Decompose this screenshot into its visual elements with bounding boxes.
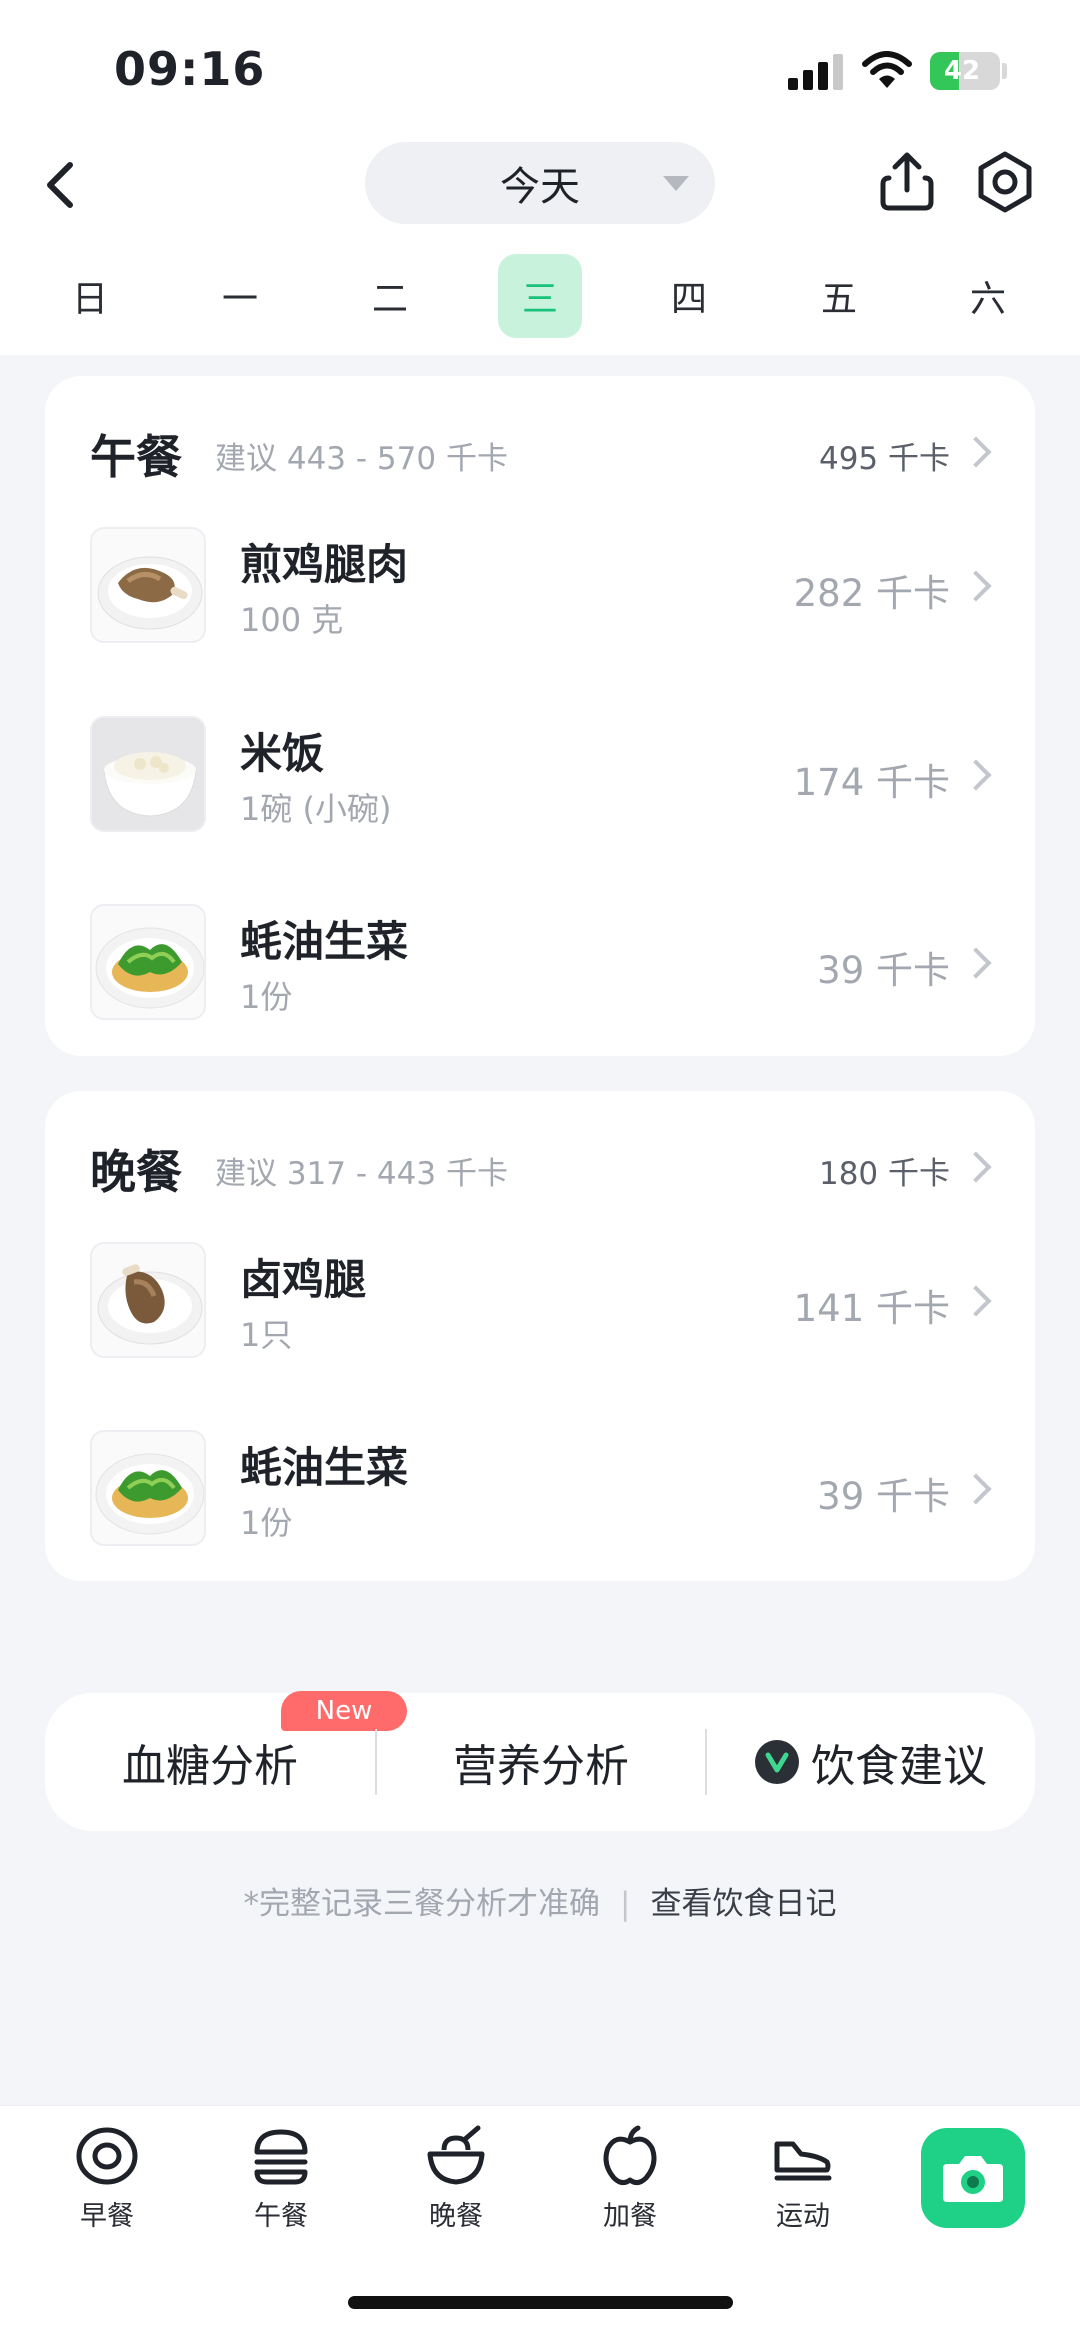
- food-item-fried-chicken-leg[interactable]: 煎鸡腿肉 100 克 282 千卡: [90, 527, 995, 647]
- chevron-right-icon: [960, 1285, 992, 1317]
- meal-suggestion: 建议 317 - 443 千卡: [215, 1156, 508, 1192]
- day-tuesday[interactable]: 二: [348, 254, 432, 338]
- food-item-rice[interactable]: 米饭 1碗 (小碗) 174 千卡: [90, 716, 995, 836]
- dinner-header[interactable]: 晚餐 建议 317 - 443 千卡 180 千卡: [90, 1136, 995, 1199]
- camera-icon: [943, 2156, 1003, 2202]
- footnote-text: *完整记录三餐分析才准确: [243, 1886, 601, 1922]
- food-amount: 1只: [240, 1316, 293, 1354]
- tab-label: 早餐: [80, 2201, 134, 2232]
- food-image-lettuce: [90, 1430, 206, 1546]
- status-time: 09:16: [114, 42, 266, 96]
- date-selector[interactable]: 今天: [365, 142, 715, 224]
- tab-exercise[interactable]: 运动: [743, 2124, 863, 2244]
- caret-down-icon: [663, 176, 689, 191]
- wifi-icon: [862, 51, 912, 88]
- view-diet-diary-link[interactable]: 查看饮食日记: [650, 1886, 836, 1922]
- tab-lunch[interactable]: 午餐: [221, 2124, 341, 2244]
- blood-sugar-label: 血糖分析: [122, 1741, 298, 1792]
- breakfast-plate-icon: [76, 2127, 138, 2185]
- food-name: 蚝油生菜: [240, 917, 409, 966]
- battery-cap: [1002, 63, 1007, 79]
- chevron-right-icon: [960, 759, 992, 791]
- date-selector-label: 今天: [500, 164, 580, 210]
- meal-suggestion: 建议 443 - 570 千卡: [215, 441, 508, 477]
- food-amount: 1碗 (小碗): [240, 790, 392, 828]
- food-name: 蚝油生菜: [240, 1443, 409, 1492]
- tab-dinner[interactable]: 晚餐: [396, 2124, 516, 2244]
- food-kcal: 174 千卡: [793, 761, 950, 804]
- tab-label: 午餐: [254, 2201, 308, 2232]
- tab-label: 加餐: [603, 2201, 657, 2232]
- analysis-bar: 血糖分析 New 营养分析 饮食建议: [45, 1691, 1035, 1831]
- food-name: 卤鸡腿: [240, 1255, 367, 1304]
- status-bar: 09:16 42: [0, 0, 1080, 130]
- meal-total-kcal: 495 千卡: [818, 441, 950, 477]
- day-sunday[interactable]: 日: [48, 254, 132, 338]
- day-friday[interactable]: 五: [797, 254, 881, 338]
- camera-button[interactable]: [921, 2128, 1025, 2228]
- food-kcal: 39 千卡: [817, 949, 950, 992]
- diet-advice-button[interactable]: 饮食建议: [707, 1693, 1035, 1831]
- sneaker-icon: [774, 2141, 832, 2181]
- tab-label: 晚餐: [429, 2201, 483, 2232]
- cellular-signal-icon: [788, 54, 843, 90]
- food-kcal: 141 千卡: [793, 1287, 950, 1330]
- apple-icon: [603, 2125, 657, 2186]
- chevron-right-icon: [960, 1473, 992, 1505]
- tab-label: 运动: [776, 2201, 830, 2232]
- food-item-oyster-lettuce[interactable]: 蚝油生菜 1份 39 千卡: [90, 904, 995, 1024]
- chevron-left-icon: [47, 162, 73, 208]
- food-kcal: 282 千卡: [793, 572, 950, 615]
- food-name: 煎鸡腿肉: [240, 540, 409, 589]
- footnote-separator: |: [620, 1886, 631, 1922]
- dinner-card: 晚餐 建议 317 - 443 千卡 180 千卡 卤鸡腿 1只 141 千卡: [45, 1091, 1035, 1581]
- lunch-header[interactable]: 午餐 建议 443 - 570 千卡 495 千卡: [90, 421, 995, 484]
- day-saturday[interactable]: 六: [946, 254, 1030, 338]
- food-item-braised-chicken-leg[interactable]: 卤鸡腿 1只 141 千卡: [90, 1242, 995, 1362]
- battery-icon: 42: [930, 52, 1000, 90]
- back-button[interactable]: [30, 155, 90, 215]
- food-image-braised-chicken: [90, 1242, 206, 1358]
- nutrition-label: 营养分析: [453, 1741, 629, 1792]
- day-thursday[interactable]: 四: [647, 254, 731, 338]
- battery-percent: 42: [943, 56, 981, 86]
- header-area: 09:16 42 今天 日 一 二 三 四 五 六: [0, 0, 1080, 355]
- food-amount: 1份: [240, 1504, 293, 1542]
- tab-breakfast[interactable]: 早餐: [47, 2124, 167, 2244]
- food-image-fried-chicken: [90, 527, 206, 643]
- food-image-rice: [90, 716, 206, 832]
- chevron-right-icon: [960, 1151, 992, 1183]
- meal-title: 午餐: [90, 430, 182, 484]
- tab-snack[interactable]: 加餐: [570, 2124, 690, 2244]
- bowl-icon: [427, 2125, 485, 2185]
- meal-title: 晚餐: [90, 1145, 182, 1199]
- food-kcal: 39 千卡: [817, 1475, 950, 1518]
- v-logo-icon: [755, 1740, 799, 1784]
- day-monday[interactable]: 一: [198, 254, 282, 338]
- burger-icon: [254, 2129, 308, 2185]
- food-item-oyster-lettuce[interactable]: 蚝油生菜 1份 39 千卡: [90, 1430, 995, 1550]
- week-selector: 日 一 二 三 四 五 六: [0, 250, 1080, 345]
- share-icon[interactable]: [875, 150, 939, 214]
- nav-bar: 今天: [0, 130, 1080, 240]
- chevron-right-icon: [960, 436, 992, 468]
- food-amount: 100 克: [240, 601, 344, 639]
- chevron-right-icon: [960, 947, 992, 979]
- nutrition-analysis-button[interactable]: 营养分析: [377, 1693, 705, 1831]
- settings-icon[interactable]: [973, 150, 1037, 214]
- meal-total-kcal: 180 千卡: [818, 1156, 950, 1192]
- food-amount: 1份: [240, 978, 293, 1016]
- lunch-card: 午餐 建议 443 - 570 千卡 495 千卡 煎鸡腿肉 100 克 282…: [45, 376, 1035, 1056]
- footnote: *完整记录三餐分析才准确 | 查看饮食日记: [0, 1878, 1080, 1923]
- diet-advice-label: 饮食建议: [811, 1741, 987, 1792]
- food-name: 米饭: [240, 729, 325, 778]
- food-image-lettuce: [90, 904, 206, 1020]
- chevron-right-icon: [960, 570, 992, 602]
- home-indicator: [348, 2296, 733, 2309]
- day-wednesday[interactable]: 三: [498, 254, 582, 338]
